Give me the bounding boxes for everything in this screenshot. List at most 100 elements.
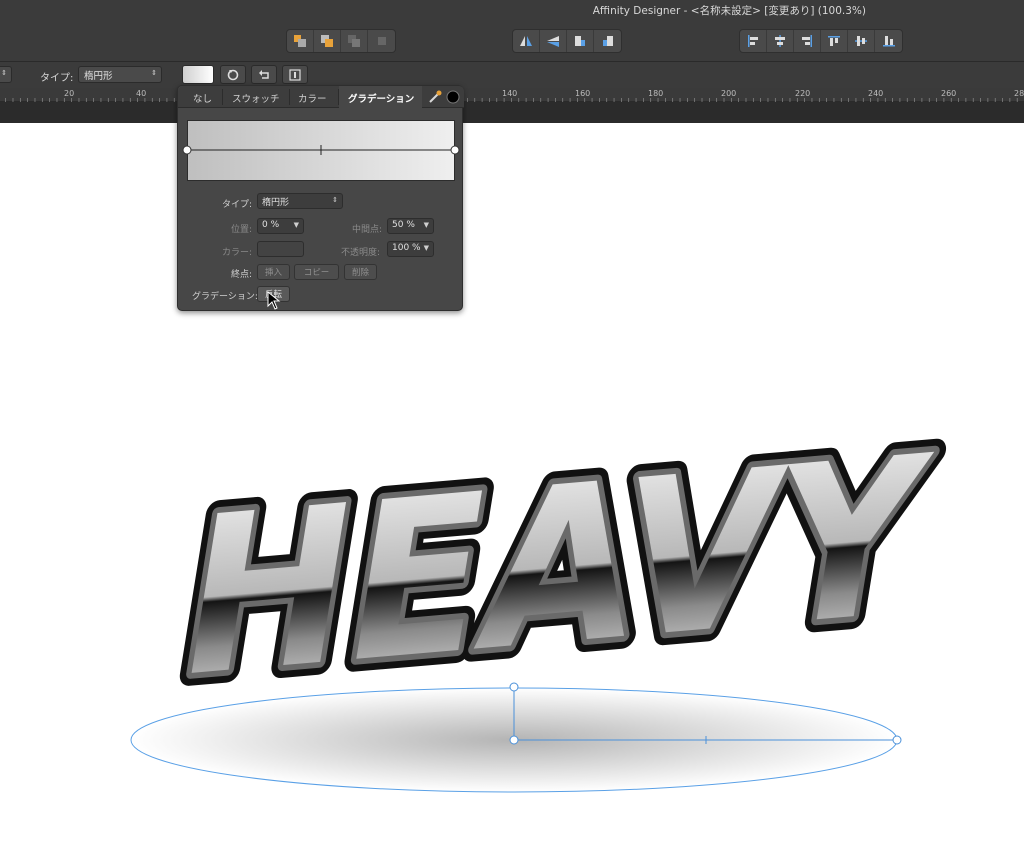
ruler-label: 28 <box>1014 89 1024 98</box>
fill-swatch-button[interactable] <box>182 65 214 84</box>
rotate-right-button[interactable] <box>594 30 621 52</box>
color-well[interactable] <box>257 241 304 257</box>
flip-vertical-icon <box>547 36 559 47</box>
main-toolbar <box>0 20 1024 62</box>
insert-button[interactable]: 挿入 <box>257 264 290 280</box>
tab-gradient[interactable]: グラデーション <box>348 91 414 105</box>
horizontal-ruler: 20 40 60 80 100 120 140 160 180 200 220 … <box>0 88 1024 102</box>
endpoint-label: 終点: <box>231 270 253 280</box>
opacity-value: 100 % <box>392 243 421 253</box>
type-select[interactable]: 楕円形 ⇕ <box>78 66 162 83</box>
opacity-label: 不透明度: <box>341 248 381 258</box>
tab-none[interactable]: なし <box>193 91 212 105</box>
midpoint-label: 中間点: <box>352 225 383 235</box>
tab-divider <box>222 89 223 105</box>
fill-panel: なし スウォッチ カラー グラデーション タイプ: 楕円形 ⇕ 位置: 0 % … <box>177 85 464 311</box>
dropdown-arrow-icon: ▼ <box>293 221 299 229</box>
return-arrow-icon <box>259 69 269 79</box>
move-to-front-button[interactable] <box>368 30 395 52</box>
window-title: Affinity Designer - <名称未設定> [変更あり] (100.… <box>592 5 866 17</box>
color-label: カラー: <box>222 248 253 258</box>
swap-fill-button[interactable] <box>220 65 246 84</box>
rotate-left-icon <box>575 36 585 46</box>
panel-tabs: なし スウォッチ カラー グラデーション <box>178 86 464 108</box>
align-bottom-button[interactable] <box>875 30 902 52</box>
context-toolbar: ⇕ タイプ: 楕円形 ⇕ <box>0 62 1024 88</box>
ruler-label: 180 <box>648 89 664 98</box>
flip-horizontal-icon <box>520 36 532 46</box>
align-left-button[interactable] <box>740 30 767 52</box>
align-middle-button[interactable] <box>848 30 875 52</box>
midpoint-field[interactable]: 50 % ▼ <box>387 218 434 234</box>
ruler-label: 20 <box>64 89 75 98</box>
ruler-label: 40 <box>136 89 147 98</box>
reverse-fill-button[interactable] <box>251 65 277 84</box>
move-forward-one-icon <box>348 35 360 47</box>
position-field[interactable]: 0 % ▼ <box>257 218 304 234</box>
dropdown-arrow-icon: ▼ <box>423 244 429 252</box>
canvas[interactable]: HEAVY HEAVY HEAVY <box>0 123 1024 852</box>
ruler-label: 140 <box>502 89 518 98</box>
swap-icon <box>227 69 239 80</box>
text-frame-icon <box>289 68 301 81</box>
opacity-field[interactable]: 100 % ▼ <box>387 241 434 257</box>
mouse-cursor-icon <box>267 291 281 310</box>
flip-horizontal-button[interactable] <box>513 30 540 52</box>
tab-swatches[interactable]: スウォッチ <box>232 91 280 105</box>
canvas-top-band <box>0 102 1024 123</box>
text-frame-button[interactable] <box>282 65 308 84</box>
select-arrows-icon: ⇕ <box>151 69 157 77</box>
partial-stepper[interactable]: ⇕ <box>0 66 12 83</box>
align-group <box>739 29 903 53</box>
tab-divider <box>338 89 339 105</box>
current-color-swatch[interactable] <box>446 90 460 104</box>
tab-color[interactable]: カラー <box>298 91 327 105</box>
ruler-label: 240 <box>868 89 884 98</box>
panel-type-select[interactable]: 楕円形 ⇕ <box>257 193 343 209</box>
tab-divider <box>289 89 290 105</box>
rotate-left-button[interactable] <box>567 30 594 52</box>
gradient-handle-top[interactable] <box>509 682 519 692</box>
title-bar: Affinity Designer - <名称未設定> [変更あり] (100.… <box>0 0 1024 20</box>
gradient-label: グラデーション: <box>192 292 258 302</box>
align-center-button[interactable] <box>767 30 794 52</box>
align-left-icon <box>748 35 758 47</box>
position-value: 0 % <box>262 220 280 230</box>
move-back-one-icon <box>321 35 333 47</box>
select-arrows-icon: ⇕ <box>332 196 338 204</box>
rotate-right-icon <box>602 36 613 46</box>
move-to-front-icon <box>377 37 386 45</box>
ruler-label: 220 <box>795 89 811 98</box>
type-label: タイプ: <box>40 73 74 84</box>
position-label: 位置: <box>231 225 253 235</box>
flip-vertical-button[interactable] <box>540 30 567 52</box>
move-to-back-button[interactable] <box>287 30 314 52</box>
move-forward-one-button[interactable] <box>341 30 368 52</box>
gradient-editor-bar[interactable] <box>187 120 455 181</box>
arrange-group <box>286 29 396 53</box>
ruler-label: 260 <box>941 89 957 98</box>
delete-button[interactable]: 削除 <box>344 264 377 280</box>
dropdown-arrow-icon: ▼ <box>423 221 429 229</box>
copy-button[interactable]: コピー <box>294 264 339 280</box>
align-bottom-icon <box>882 36 895 47</box>
flip-rotate-group <box>512 29 622 53</box>
type-select-value: 楕円形 <box>84 71 113 82</box>
midpoint-value: 50 % <box>392 220 415 230</box>
align-middle-icon <box>855 36 867 46</box>
heavy-text-fill: HEAVY <box>165 408 941 726</box>
align-center-icon <box>775 35 785 47</box>
ruler-label: 160 <box>575 89 591 98</box>
panel-type-label: タイプ: <box>222 200 253 210</box>
move-back-one-button[interactable] <box>314 30 341 52</box>
stepper-arrow-icon: ⇕ <box>1 69 7 77</box>
align-top-button[interactable] <box>821 30 848 52</box>
artwork: HEAVY HEAVY HEAVY <box>130 395 954 793</box>
ruler-label: 200 <box>721 89 737 98</box>
eyedropper-icon[interactable] <box>427 89 443 105</box>
gradient-handle-start[interactable] <box>509 735 519 745</box>
align-top-icon <box>828 36 840 46</box>
panel-type-value: 楕円形 <box>262 198 290 208</box>
align-right-button[interactable] <box>794 30 821 52</box>
gradient-handle-end[interactable] <box>892 735 902 745</box>
